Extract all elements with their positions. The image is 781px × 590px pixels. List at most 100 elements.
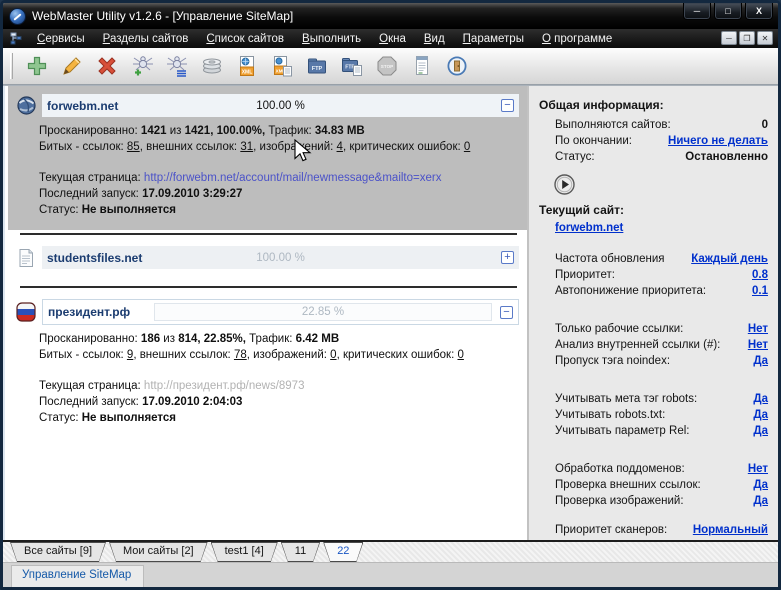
collapse-button[interactable]: −	[501, 99, 514, 112]
setting-row: Учитывать robots.txt:Да	[539, 407, 768, 423]
database-button[interactable]	[194, 51, 229, 82]
menu-view[interactable]: Вид	[415, 31, 454, 47]
meta-robots-link[interactable]: Да	[753, 391, 768, 407]
subdomains-link[interactable]: Нет	[748, 461, 768, 477]
menu-run[interactable]: Выполнить	[293, 31, 370, 47]
scan-stats-line: Просканированно: 186 из 814, 22.85%, Тра…	[39, 331, 521, 347]
site-header-forwebm[interactable]: forwebm.net 100.00 % −	[15, 94, 519, 117]
maximize-button[interactable]: □	[714, 3, 742, 20]
ftp-upload-icon: FTP	[340, 54, 364, 78]
menu-bar: Сервисы Разделы сайтов Список сайтов Вып…	[3, 29, 778, 48]
tab-11[interactable]: 11	[281, 542, 320, 562]
site-progress-percent: 100.00 %	[256, 252, 305, 264]
collapse-button[interactable]: −	[500, 306, 513, 319]
menu-site-sections[interactable]: Разделы сайтов	[94, 31, 198, 47]
critical-errors-count[interactable]: 0	[464, 141, 470, 153]
links-stats-line: Битых - ссылок: 85, внешних ссылок: 31, …	[39, 139, 521, 155]
current-site-title: Текущий сайт:	[539, 203, 768, 217]
external-links-count[interactable]: 78	[234, 349, 247, 361]
tab-my-sites[interactable]: Мои сайты [2]	[109, 542, 208, 562]
critical-errors-count[interactable]: 0	[457, 349, 463, 361]
current-page-link[interactable]: http://forwebm.net/account/mail/newmessa…	[144, 172, 442, 184]
site-name: studentsfiles.net	[47, 251, 142, 265]
setting-row: Приоритет:0.8	[539, 267, 768, 283]
current-page-link: http://президент.рф/news/8973	[144, 380, 305, 392]
setting-row: Проверка изображений:Да	[539, 493, 768, 509]
running-sites-row: Выполняются сайтов: 0	[539, 117, 768, 133]
scanner-priority-link[interactable]: Нормальный	[693, 522, 768, 538]
xml-save-icon: XML	[270, 54, 294, 78]
site-header-prezident[interactable]: президент.рф 22.85 % −	[15, 299, 519, 325]
setting-row: Учитывать параметр Rel:Да	[539, 423, 768, 439]
setting-row: Приоритет сканеров:Нормальный	[539, 522, 768, 538]
broken-links-count[interactable]: 85	[127, 141, 140, 153]
ftp-upload-button[interactable]: FTP	[334, 51, 369, 82]
tab-22[interactable]: 22	[323, 542, 363, 562]
close-button[interactable]: X	[745, 3, 773, 20]
plus-icon	[25, 54, 49, 78]
tab-all-sites[interactable]: Все сайты [9]	[10, 542, 106, 562]
menu-options[interactable]: Параметры	[454, 31, 533, 47]
scanner-list-button[interactable]	[159, 51, 194, 82]
tab-test1[interactable]: test1 [4]	[211, 542, 278, 562]
xml-globe-icon: XML	[235, 54, 259, 78]
mdi-restore-button[interactable]: ❐	[739, 31, 755, 45]
images-check-link[interactable]: Да	[753, 493, 768, 509]
window-title: WebMaster Utility v1.2.6 - [Управление S…	[32, 9, 293, 23]
running-sites-value: 0	[762, 117, 768, 133]
priority-autodrop-link[interactable]: 0.1	[752, 283, 768, 299]
working-links-only-link[interactable]: Нет	[748, 321, 768, 337]
settings-group-checks: Обработка поддоменов:Нет Проверка внешни…	[539, 461, 768, 509]
robots-txt-link[interactable]: Да	[753, 407, 768, 423]
play-row	[553, 173, 768, 197]
setting-row: Анализ внутренней ссылки (#):Нет	[539, 337, 768, 353]
report-button[interactable]	[404, 51, 439, 82]
minimize-button[interactable]: ─	[683, 3, 711, 20]
play-button[interactable]	[553, 173, 576, 196]
exit-button[interactable]	[439, 51, 474, 82]
setting-row: Только рабочие ссылки:Нет	[539, 321, 768, 337]
menu-windows[interactable]: Окна	[370, 31, 415, 47]
settings-group-links: Только рабочие ссылки:Нет Анализ внутрен…	[539, 321, 768, 369]
noindex-skip-link[interactable]: Да	[753, 353, 768, 369]
mdi-close-button[interactable]: ✕	[757, 31, 773, 45]
add-site-button[interactable]	[19, 51, 54, 82]
stop-button[interactable]: STOP	[369, 51, 404, 82]
sitemap-xml-button[interactable]: XML	[229, 51, 264, 82]
rel-param-link[interactable]: Да	[753, 423, 768, 439]
toolbar-grip[interactable]	[10, 53, 13, 79]
expand-button[interactable]: +	[501, 251, 514, 264]
site-header-strip[interactable]: forwebm.net 100.00 % −	[42, 94, 519, 117]
site-header-strip[interactable]: studentsfiles.net 100.00 % +	[42, 246, 519, 269]
site-header-studentsfiles[interactable]: studentsfiles.net 100.00 % +	[15, 246, 519, 269]
menu-services[interactable]: Сервисы	[28, 31, 94, 47]
site-header-strip[interactable]: президент.рф 22.85 % −	[42, 299, 519, 325]
on-finish-link[interactable]: Ничего не делать	[668, 133, 768, 149]
links-stats-line: Битых - ссылок: 9, внешних ссылок: 78, и…	[39, 347, 521, 363]
priority-link[interactable]: 0.8	[752, 267, 768, 283]
current-page-line: Текущая страница: http://президент.рф/ne…	[39, 378, 521, 394]
site-stats: Просканированно: 186 из 814, 22.85%, Тра…	[39, 331, 521, 426]
mdi-minimize-button[interactable]: ─	[721, 31, 737, 45]
document-icon	[15, 247, 37, 269]
window-controls: ─ □ X	[683, 3, 773, 20]
settings-group-update: Частота обновленияКаждый день Приоритет:…	[539, 251, 768, 299]
menu-site-list[interactable]: Список сайтов	[197, 31, 293, 47]
edit-site-button[interactable]	[54, 51, 89, 82]
site-progress-percent: 22.85 %	[302, 306, 344, 318]
anchor-analysis-link[interactable]: Нет	[748, 337, 768, 353]
external-links-check-link[interactable]: Да	[753, 477, 768, 493]
sitemap-window-task-button[interactable]: Управление SiteMap	[11, 565, 144, 587]
external-links-count[interactable]: 31	[240, 141, 253, 153]
sitemap-xml-save-button[interactable]: XML	[264, 51, 299, 82]
delete-site-button[interactable]	[89, 51, 124, 82]
site-list: forwebm.net 100.00 % − Просканированно: …	[3, 86, 527, 540]
setting-row: Проверка внешних ссылок:Да	[539, 477, 768, 493]
on-finish-row: По окончании: Ничего не делать	[539, 133, 768, 149]
update-frequency-link[interactable]: Каждый день	[691, 251, 768, 267]
menu-about[interactable]: О программе	[533, 31, 621, 47]
ftp-button[interactable]: FTP	[299, 51, 334, 82]
current-site-link[interactable]: forwebm.net	[555, 222, 623, 234]
status-bar: Управление SiteMap	[3, 562, 778, 587]
scanner-add-button[interactable]	[124, 51, 159, 82]
